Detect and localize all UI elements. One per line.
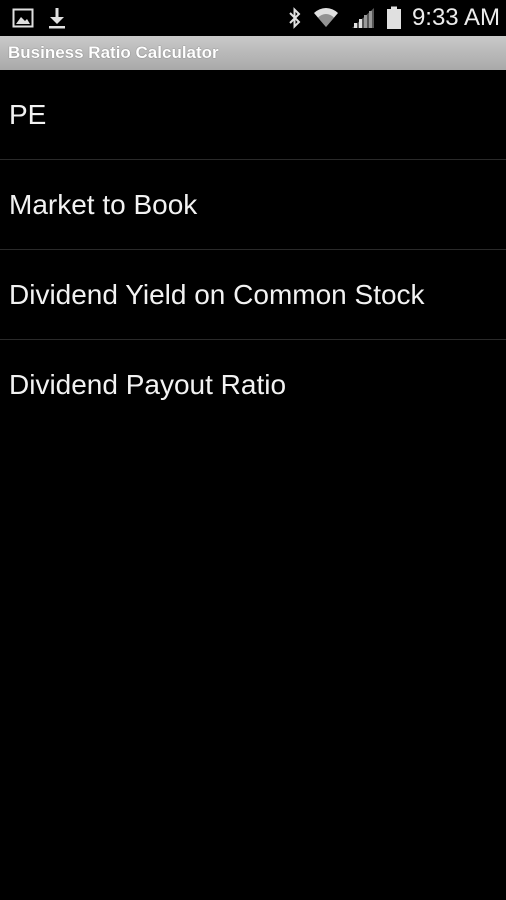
app-title-bar: Business Ratio Calculator [0, 36, 506, 70]
list-item-dividend-payout-ratio[interactable]: Dividend Payout Ratio [0, 340, 506, 430]
list-item-market-to-book[interactable]: Market to Book [0, 160, 506, 250]
app-title: Business Ratio Calculator [8, 43, 219, 62]
battery-icon [386, 6, 402, 30]
gallery-icon [12, 8, 34, 28]
status-bar: 9:33 AM [0, 0, 506, 36]
signal-icon [350, 7, 376, 29]
download-icon [48, 7, 66, 29]
system-icons: 9:33 AM [288, 4, 500, 32]
notification-icons [12, 6, 66, 30]
bluetooth-icon [288, 7, 302, 29]
clock: 9:33 AM [411, 4, 500, 31]
list-item-pe[interactable]: PE [0, 70, 506, 160]
ratio-menu-list: PE Market to Book Dividend Yield on Comm… [0, 70, 506, 430]
list-item-dividend-yield[interactable]: Dividend Yield on Common Stock [0, 250, 506, 340]
wifi-icon [312, 7, 340, 29]
